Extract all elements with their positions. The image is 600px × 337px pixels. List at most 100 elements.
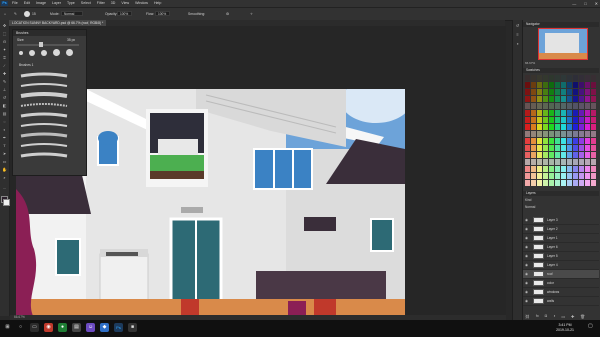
mode-select[interactable]: Normal xyxy=(61,11,83,16)
navigator-tab[interactable]: Navigator xyxy=(523,22,599,27)
flow-field[interactable]: 100% xyxy=(155,11,170,16)
color-swatch[interactable] xyxy=(531,117,536,123)
color-swatch[interactable] xyxy=(591,152,596,158)
color-swatch[interactable] xyxy=(555,75,560,81)
adjustments-icon[interactable]: ◑ xyxy=(515,41,520,46)
menu-help[interactable]: Help xyxy=(154,1,161,6)
color-swatch[interactable] xyxy=(525,173,530,179)
color-swatch[interactable] xyxy=(561,96,566,102)
visibility-eye-icon[interactable]: ◉ xyxy=(525,281,530,285)
color-swatch[interactable] xyxy=(585,152,590,158)
visibility-eye-icon[interactable]: ◉ xyxy=(525,227,530,231)
color-swatch[interactable] xyxy=(567,173,572,179)
properties-icon[interactable]: ≡ xyxy=(515,32,520,37)
brush-folder[interactable]: Brushes 1 xyxy=(19,63,33,67)
layer-row[interactable]: ◉ Layer 6 xyxy=(523,243,599,252)
color-swatch[interactable] xyxy=(579,166,584,172)
menu-3d[interactable]: 3D xyxy=(111,1,116,6)
layer-row[interactable]: ◉ Layer 2 xyxy=(523,225,599,234)
color-swatch[interactable] xyxy=(567,89,572,95)
symmetry-icon[interactable]: ✧ xyxy=(250,11,253,17)
color-swatch[interactable] xyxy=(567,96,572,102)
task-view-icon[interactable]: ▭ xyxy=(30,323,39,332)
color-swatch[interactable] xyxy=(531,152,536,158)
color-swatch[interactable] xyxy=(585,89,590,95)
magic-wand-icon[interactable]: ✦ xyxy=(2,47,7,52)
color-swatch[interactable] xyxy=(543,75,548,81)
more-tools-icon[interactable]: … xyxy=(2,185,7,190)
color-swatch[interactable] xyxy=(543,103,548,109)
color-swatch[interactable] xyxy=(579,131,584,137)
menu-window[interactable]: Window xyxy=(135,1,148,6)
color-swatch[interactable] xyxy=(543,89,548,95)
menu-layer[interactable]: Layer xyxy=(52,1,61,6)
color-swatch[interactable] xyxy=(525,110,530,116)
color-swatch[interactable] xyxy=(573,124,578,130)
zoom-tool-icon[interactable]: ⌕ xyxy=(2,175,7,180)
menu-edit[interactable]: Edit xyxy=(24,1,30,6)
app-icon[interactable]: ◉ xyxy=(44,323,53,332)
color-swatch[interactable] xyxy=(591,110,596,116)
home-icon[interactable]: ⌂ xyxy=(4,11,6,17)
color-swatch[interactable] xyxy=(549,82,554,88)
color-swatch[interactable] xyxy=(585,82,590,88)
color-swatch[interactable] xyxy=(555,117,560,123)
color-swatch[interactable] xyxy=(579,82,584,88)
color-swatch[interactable] xyxy=(537,110,542,116)
color-swatch[interactable] xyxy=(531,103,536,109)
color-swatch[interactable] xyxy=(537,117,542,123)
color-swatch[interactable] xyxy=(573,138,578,144)
color-swatch[interactable] xyxy=(537,96,542,102)
color-swatch[interactable] xyxy=(555,145,560,151)
color-swatch[interactable] xyxy=(555,89,560,95)
color-swatch[interactable] xyxy=(525,131,530,137)
color-swatch[interactable] xyxy=(543,117,548,123)
color-swatch[interactable] xyxy=(561,103,566,109)
color-swatch[interactable] xyxy=(579,145,584,151)
brush-stroke[interactable] xyxy=(20,92,68,98)
brush-stroke[interactable] xyxy=(20,83,68,87)
app-icon[interactable]: ■ xyxy=(128,323,137,332)
color-swatch[interactable] xyxy=(531,82,536,88)
color-swatch[interactable] xyxy=(585,124,590,130)
color-swatch[interactable] xyxy=(567,75,572,81)
brush-size-slider[interactable] xyxy=(17,42,79,47)
menu-file[interactable]: File xyxy=(12,1,18,6)
color-swatch[interactable] xyxy=(573,166,578,172)
color-swatch[interactable] xyxy=(531,124,536,130)
brush-preset-icon[interactable] xyxy=(24,11,30,17)
color-swatch[interactable] xyxy=(567,166,572,172)
color-swatch[interactable] xyxy=(543,110,548,116)
visibility-eye-icon[interactable]: ◉ xyxy=(525,290,530,294)
color-swatch[interactable] xyxy=(537,159,542,165)
color-swatch[interactable] xyxy=(555,110,560,116)
color-swatch[interactable] xyxy=(555,159,560,165)
color-swatch[interactable] xyxy=(573,117,578,123)
color-swatch[interactable] xyxy=(537,145,542,151)
color-swatch[interactable] xyxy=(531,89,536,95)
color-swatch[interactable] xyxy=(543,131,548,137)
link-layers-icon[interactable]: ⛓ xyxy=(525,314,530,319)
history-icon[interactable]: ↺ xyxy=(515,23,520,28)
color-swatch[interactable] xyxy=(531,166,536,172)
color-swatch[interactable] xyxy=(561,124,566,130)
color-swatch[interactable] xyxy=(573,89,578,95)
color-swatch[interactable] xyxy=(567,110,572,116)
dodge-tool-icon[interactable]: ◐ xyxy=(2,127,7,132)
color-swatch[interactable] xyxy=(525,138,530,144)
color-swatch[interactable] xyxy=(549,152,554,158)
color-swatch[interactable] xyxy=(591,89,596,95)
layer-style-icon[interactable]: fx xyxy=(536,314,539,319)
history-brush-icon[interactable]: ↺ xyxy=(2,95,7,100)
color-swatch[interactable] xyxy=(555,152,560,158)
new-layer-icon[interactable]: ✚ xyxy=(571,314,574,319)
color-swatch[interactable] xyxy=(561,173,566,179)
layer-kind-filter[interactable]: Kind xyxy=(525,198,531,202)
system-clock[interactable]: 3:41 PM 2019-10-21 xyxy=(556,323,574,333)
color-swatch[interactable] xyxy=(543,166,548,172)
color-swatch[interactable] xyxy=(543,138,548,144)
layer-row[interactable]: ◉ Layer 5 xyxy=(523,252,599,261)
color-swatch[interactable] xyxy=(579,103,584,109)
color-swatch[interactable] xyxy=(537,166,542,172)
color-swatch[interactable] xyxy=(567,159,572,165)
